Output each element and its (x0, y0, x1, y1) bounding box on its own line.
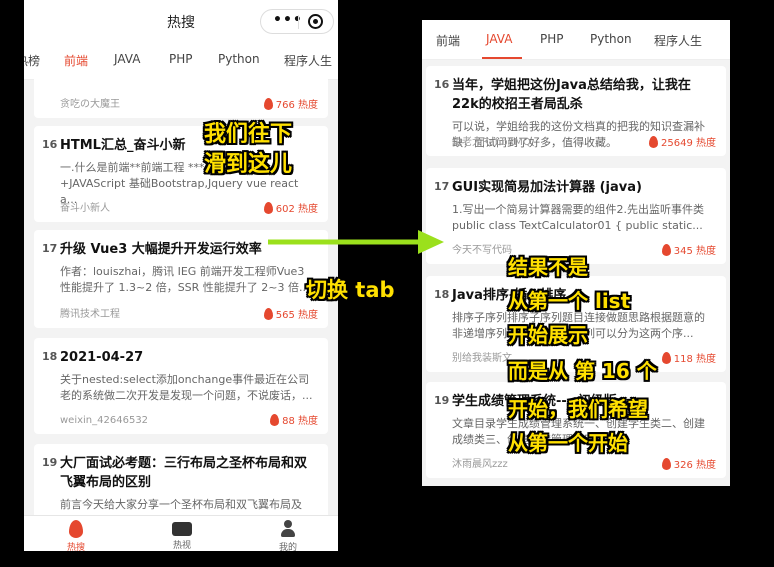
article-author: 腾讯技术工程 (60, 309, 120, 320)
active-tab-underline (482, 57, 522, 59)
heat-count: 88 热度 (270, 412, 318, 427)
list-item[interactable]: 贪吃の大魔王 766 热度 (34, 72, 328, 118)
list-item[interactable]: 19 大厂面试必考题：三行布局之圣杯布局和双飞翼布局的区别 前言今天给大家分享一… (34, 444, 328, 524)
flame-icon (263, 98, 273, 110)
tab-java[interactable]: JAVA (114, 52, 140, 66)
result-annotation-line: 从第一个 list (508, 289, 631, 313)
result-annotation-line: 开始，我们希望 (508, 397, 648, 421)
article-title: 升级 Vue3 大幅提升开发运行效率 (60, 242, 262, 257)
tab-hot[interactable]: 热榜 (24, 52, 40, 69)
article-author: 别给我装斯文 (452, 353, 512, 364)
tab-programmer-life[interactable]: 程序人生 (284, 52, 332, 69)
flame-icon (649, 136, 658, 148)
article-summary: 作者：louiszhai，腾讯 IEG 前端开发工程师Vue3 性能提升了 1.… (60, 265, 310, 294)
video-camera-icon (172, 522, 192, 536)
flame-icon (69, 520, 83, 538)
result-annotation-line: 开始展示 (508, 323, 588, 347)
flame-icon (661, 244, 671, 256)
article-title: GUI实现简易加法计算器 (java) (452, 180, 642, 195)
user-icon (279, 520, 297, 538)
article-summary: 关于nested:select添加onchange事件最近在公司老的系统做二次开… (60, 373, 313, 402)
heat-count: 602 热度 (263, 200, 318, 215)
article-title: 当年，学姐把这份Java总结给我，让我在22k的校招王者局乱杀 (452, 78, 691, 112)
heat-count: 25649 热度 (649, 134, 716, 149)
mini-program-capsule[interactable]: ••• (260, 9, 334, 34)
article-author: 今天不写代码 (452, 245, 512, 256)
flame-icon (263, 308, 273, 320)
list-item[interactable]: 17 升级 Vue3 大幅提升开发运行效率 作者：louiszhai，腾讯 IE… (34, 230, 328, 328)
heat-count: 345 热度 (661, 242, 716, 257)
switch-tab-annotation: 切换 tab (306, 278, 395, 302)
article-title: 2021-04-27 (60, 350, 144, 365)
article-author: weixin_42646532 (60, 415, 149, 426)
left-phone-screen: 热搜 ••• 热榜 前端 JAVA PHP Python 程序人生 贪吃の大魔王… (24, 0, 338, 551)
title-bar: 热搜 ••• (24, 0, 338, 40)
rank-number: 19 (434, 394, 450, 407)
scroll-annotation: 我们往下 滑到这儿 (204, 120, 292, 180)
list-item[interactable]: 16 当年，学姐把这份Java总结给我，让我在22k的校招王者局乱杀 可以说，学… (426, 66, 726, 156)
rank-number: 18 (434, 288, 450, 301)
tab-python[interactable]: Python (590, 32, 632, 46)
tab-programmer-life[interactable]: 程序人生 (654, 32, 702, 49)
rank-number: 19 (42, 456, 58, 469)
rank-number: 17 (434, 180, 450, 193)
nav-label: 热视 (172, 541, 191, 551)
close-target-icon[interactable] (308, 14, 323, 29)
rank-number: 18 (42, 350, 58, 363)
capsule-divider (298, 15, 299, 29)
result-annotation-line: 从第一个开始 (508, 431, 628, 455)
heat-count: 565 热度 (263, 306, 318, 321)
article-author: 兔老大RabbitMQ (452, 137, 531, 148)
heat-count: 118 热度 (661, 350, 716, 365)
result-annotation-line: 结果不是 (508, 255, 588, 279)
flame-icon (661, 458, 671, 470)
tab-java[interactable]: JAVA (486, 32, 512, 46)
list-item[interactable]: 18 2021-04-27 关于nested:select添加onchange事… (34, 338, 328, 434)
bottom-tab-bar: 热搜 热视 我的 (24, 515, 338, 551)
nav-hot-search[interactable]: 热搜 (56, 520, 96, 551)
rank-number: 16 (42, 138, 58, 151)
article-author: 沐雨晨风zzz (452, 459, 508, 470)
tab-php[interactable]: PHP (169, 52, 193, 66)
scroll-annotation-line: 滑到这儿 (204, 152, 293, 177)
tab-frontend[interactable]: 前端 (436, 32, 460, 49)
article-author: 贪吃の大魔王 (60, 99, 120, 110)
flame-icon (661, 352, 671, 364)
tab-python[interactable]: Python (218, 52, 260, 66)
nav-hot-video[interactable]: 热视 (162, 520, 202, 551)
nav-label: 热搜 (66, 543, 85, 551)
nav-label: 我的 (278, 543, 297, 551)
flame-icon (270, 414, 280, 426)
article-summary: 前言今天给大家分享一个圣杯布局和双飞翼布局及 (60, 498, 302, 511)
article-author: 奋斗小新人 (60, 203, 110, 214)
heat-count: 326 热度 (661, 456, 716, 471)
result-annotation-line: 而是从 第 16 个 (508, 359, 657, 383)
nav-mine[interactable]: 我的 (268, 520, 308, 551)
tab-php[interactable]: PHP (540, 32, 564, 46)
article-title: 大厂面试必考题：三行布局之圣杯布局和双飞翼布局的区别 (60, 456, 308, 490)
flame-icon (263, 202, 273, 214)
rank-number: 16 (434, 78, 450, 91)
heat-count: 766 热度 (263, 96, 318, 111)
category-tabs: 前端 JAVA PHP Python 程序人生 (422, 20, 730, 60)
tab-frontend[interactable]: 前端 (64, 52, 88, 69)
article-summary: 1.写出一个简易计算器需要的组件2.先出监听事件类public class Te… (452, 203, 704, 232)
scroll-annotation-line: 我们往下 (204, 122, 293, 147)
rank-number: 17 (42, 242, 58, 255)
